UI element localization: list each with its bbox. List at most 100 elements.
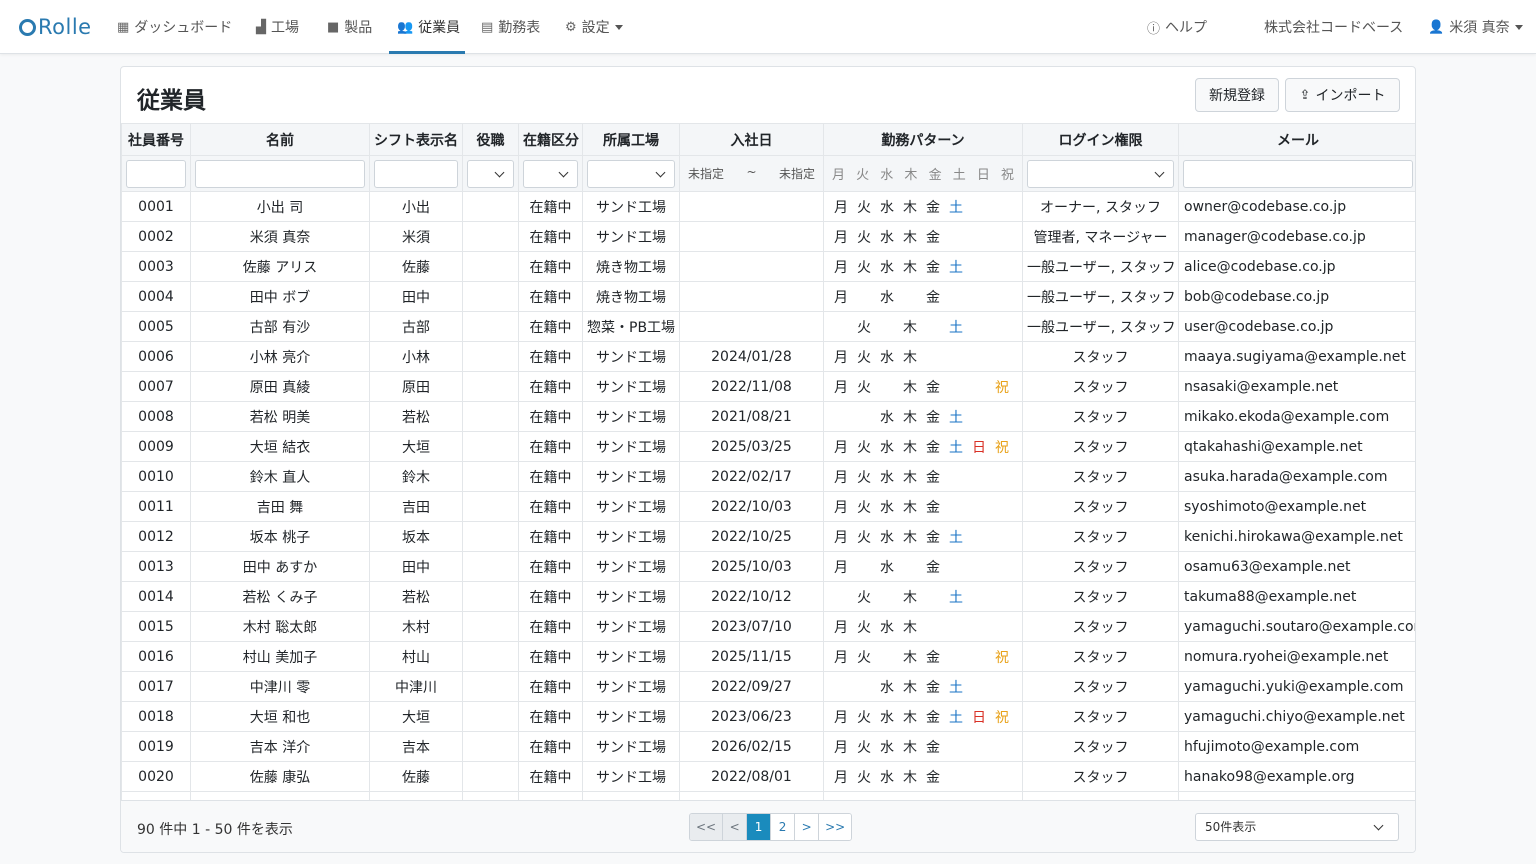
col-header-work-pattern[interactable]: 勤務パターン [823,123,1023,156]
employee-table-container[interactable]: 社員番号 名前 シフト表示名 役職 在籍区分 所属工場 入社日 勤務パターン ロ… [121,123,1415,800]
email-cell: kenichi.hirokawa@example.net [1178,521,1415,552]
day-fri [926,587,949,607]
day-filter-wed[interactable]: 水 [880,164,893,183]
import-button[interactable]: ⇪ インポート [1285,78,1400,112]
pager-next[interactable]: > [795,814,820,840]
user-menu[interactable]: 👤 米須 真奈 [1428,0,1523,54]
nav-factory[interactable]: ▟ 工場 [256,0,299,54]
col-header-joined[interactable]: 入社日 [679,123,824,156]
day-fri: 金 [926,709,940,726]
table-row[interactable]: 0008 若松 明美 若松 在籍中 サンド工場 2021/08/21 水木金土スタッフ mik… [121,401,1415,432]
table-row[interactable]: 0002 米須 真奈 米須 在籍中 サンド工場月火水木金管理者, マネージャー manag… [121,221,1415,252]
day-filter-mon[interactable]: 月 [832,164,845,183]
table-row[interactable]: 0004 田中 ボブ 田中 在籍中 焼き物工場 月 水 金 一般ユーザー, スタッフ bob@co… [121,281,1415,312]
nav-employees[interactable]: 👥 従業員 [389,0,465,54]
nav-help[interactable]: ⓘ ヘルプ [1147,0,1207,54]
table-row[interactable]: 0003 佐藤 アリス 佐藤 在籍中 焼き物工場月火水木金土一般ユーザー, スタッフ al… [121,251,1415,282]
status-filter-select[interactable] [523,159,578,188]
table-row[interactable]: 0017 中津川 零中津川 在籍中 サンド工場 2022/09/27 水木金土スタッフ ya… [121,671,1415,702]
pager-page-1[interactable]: 1 [747,814,772,840]
id-filter-input[interactable] [126,159,186,188]
per-page-select[interactable]: 50件表示 [1195,813,1399,841]
factory-cell: サンド工場 [582,191,680,222]
table-row[interactable]: 0005 古部 有沙 古部 在籍中 惣菜・PB工場 火 木 土 一般ユーザー, スタッフ user… [121,311,1415,342]
table-row[interactable]: 0007 原田 真綾 原田 在籍中 サンド工場 2022/11/08 月火 木金 祝スタッフ ns… [121,371,1415,402]
table-row[interactable]: 0016 村山 美加子 村山 在籍中 サンド工場 2025/11/15 月火 木金 祝スタッフ n… [121,641,1415,672]
day-filter-sun[interactable]: 日 [977,164,990,183]
col-header-status[interactable]: 在籍区分 [518,123,583,156]
employee-id-cell: 0016 [121,641,191,672]
day-holiday [995,617,1018,637]
joined-to-input[interactable]: 未指定 [779,165,815,182]
work-pattern-cell: 月火水木金 [823,731,1023,762]
day-filter-thu[interactable]: 木 [904,164,917,183]
table-row[interactable] [121,791,1415,800]
permission-cell: スタッフ [1022,731,1179,762]
day-filter-fri[interactable]: 金 [929,164,942,183]
permission-cell: スタッフ [1022,761,1179,792]
joined-date-cell [679,221,824,252]
day-sat [949,617,972,637]
work-pattern-cell: 月火水木金 [823,761,1023,792]
status-cell: 在籍中 [518,311,583,342]
email-filter-input[interactable] [1183,159,1413,188]
table-row[interactable]: 0001 小出 司小出 在籍中 サンド工場月火水木金土オーナー, スタッフ owner@… [121,191,1415,222]
app-logo[interactable]: Rolle [19,12,92,42]
table-row[interactable]: 0018 大垣 和也 大垣 在籍中 サンド工場 2023/06/23 月火水木金土日祝スタッ… [121,701,1415,732]
day-sat [949,377,972,397]
table-row[interactable]: 0006 小林 亮介 小林 在籍中 サンド工場 2024/01/28 月火水木スタッフ maa… [121,341,1415,372]
day-filter-tue[interactable]: 火 [856,164,869,183]
table-row[interactable]: 0020 佐藤 康弘 佐藤 在籍中 サンド工場 2022/08/01 月火水木金スタッフ ha… [121,761,1415,792]
factory-filter-select[interactable] [587,159,675,188]
day-holiday: 祝 [995,649,1009,666]
permission-filter-select[interactable] [1027,159,1174,188]
pager-prev[interactable]: < [723,814,748,840]
col-header-name[interactable]: 名前 [190,123,370,156]
status-cell: 在籍中 [518,461,583,492]
day-fri: 金 [926,679,940,696]
employee-id-cell: 0010 [121,461,191,492]
day-filter-sat[interactable]: 土 [953,164,966,183]
col-header-role[interactable]: 役職 [462,123,519,156]
day-mon [834,677,857,697]
col-header-shift-name[interactable]: シフト表示名 [369,123,463,156]
name-filter-input[interactable] [195,159,365,188]
table-row[interactable]: 0011 吉田 舞吉田 在籍中 サンド工場 2022/10/03 月火水木金スタッフ syo… [121,491,1415,522]
nav-products[interactable]: ■ 製品 [327,0,372,54]
table-row[interactable]: 0014 若松 くみ子 若松 在籍中 サンド工場 2022/10/12 火 木 土 スタッフ tak… [121,581,1415,612]
shift-name-cell: 古部 [369,311,463,342]
day-mon: 月 [834,739,848,756]
shift-name-cell: 若松 [369,581,463,612]
table-row[interactable]: 0015 木村 聡太郎 木村 在籍中 サンド工場 2023/07/10 月火水木スタッフ ya… [121,611,1415,642]
table-row[interactable]: 0013 田中 あすか 田中 在籍中 サンド工場 2025/10/03 月 水 金 スタッフ osa… [121,551,1415,582]
pager-first[interactable]: << [690,814,724,840]
table-row[interactable]: 0012 坂本 桃子 坂本 在籍中 サンド工場 2022/10/25 月火水木金土スタッフ k… [121,521,1415,552]
employee-id-cell: 0006 [121,341,191,372]
col-header-id[interactable]: 社員番号 [121,123,191,156]
day-thu [903,287,926,307]
day-wed [880,317,903,337]
nav-dashboard[interactable]: ▦ ダッシュボード [117,0,232,54]
pager-page-2[interactable]: 2 [771,814,796,840]
role-filter-select[interactable] [467,159,514,188]
joined-date-cell: 2022/08/01 [679,761,824,792]
table-row[interactable]: 0010 鈴木 直人 鈴木 在籍中 サンド工場 2022/02/17 月火水木金スタッフ as… [121,461,1415,492]
joined-date-cell: 2026/02/15 [679,731,824,762]
nav-settings[interactable]: ⚙ 設定 [565,0,623,54]
employee-name-cell: 木村 聡太郎 [190,611,370,642]
col-header-permission[interactable]: ログイン権限 [1022,123,1179,156]
col-header-factory[interactable]: 所属工場 [582,123,680,156]
joined-from-input[interactable]: 未指定 [688,165,724,182]
shift-name-filter-input[interactable] [374,159,458,188]
col-header-email[interactable]: メール [1178,123,1415,156]
table-row[interactable]: 0019 吉本 洋介 吉本 在籍中 サンド工場 2026/02/15 月火水木金スタッフ hf… [121,731,1415,762]
nav-schedule[interactable]: ▤ 勤務表 [481,0,540,54]
day-filter-holiday[interactable]: 祝 [1001,164,1014,183]
shift-name-cell: 中津川 [369,671,463,702]
work-pattern-cell: 月水金 [823,281,1023,312]
pager-last[interactable]: >> [819,814,852,840]
table-row[interactable]: 0009 大垣 結衣 大垣 在籍中 サンド工場 2025/03/25 月火水木金土日祝スタッ… [121,431,1415,462]
work-pattern-cell: 月火水木金土 [823,521,1023,552]
new-employee-button[interactable]: 新規登録 [1195,78,1279,112]
nav-employees-label: 従業員 [418,20,461,36]
